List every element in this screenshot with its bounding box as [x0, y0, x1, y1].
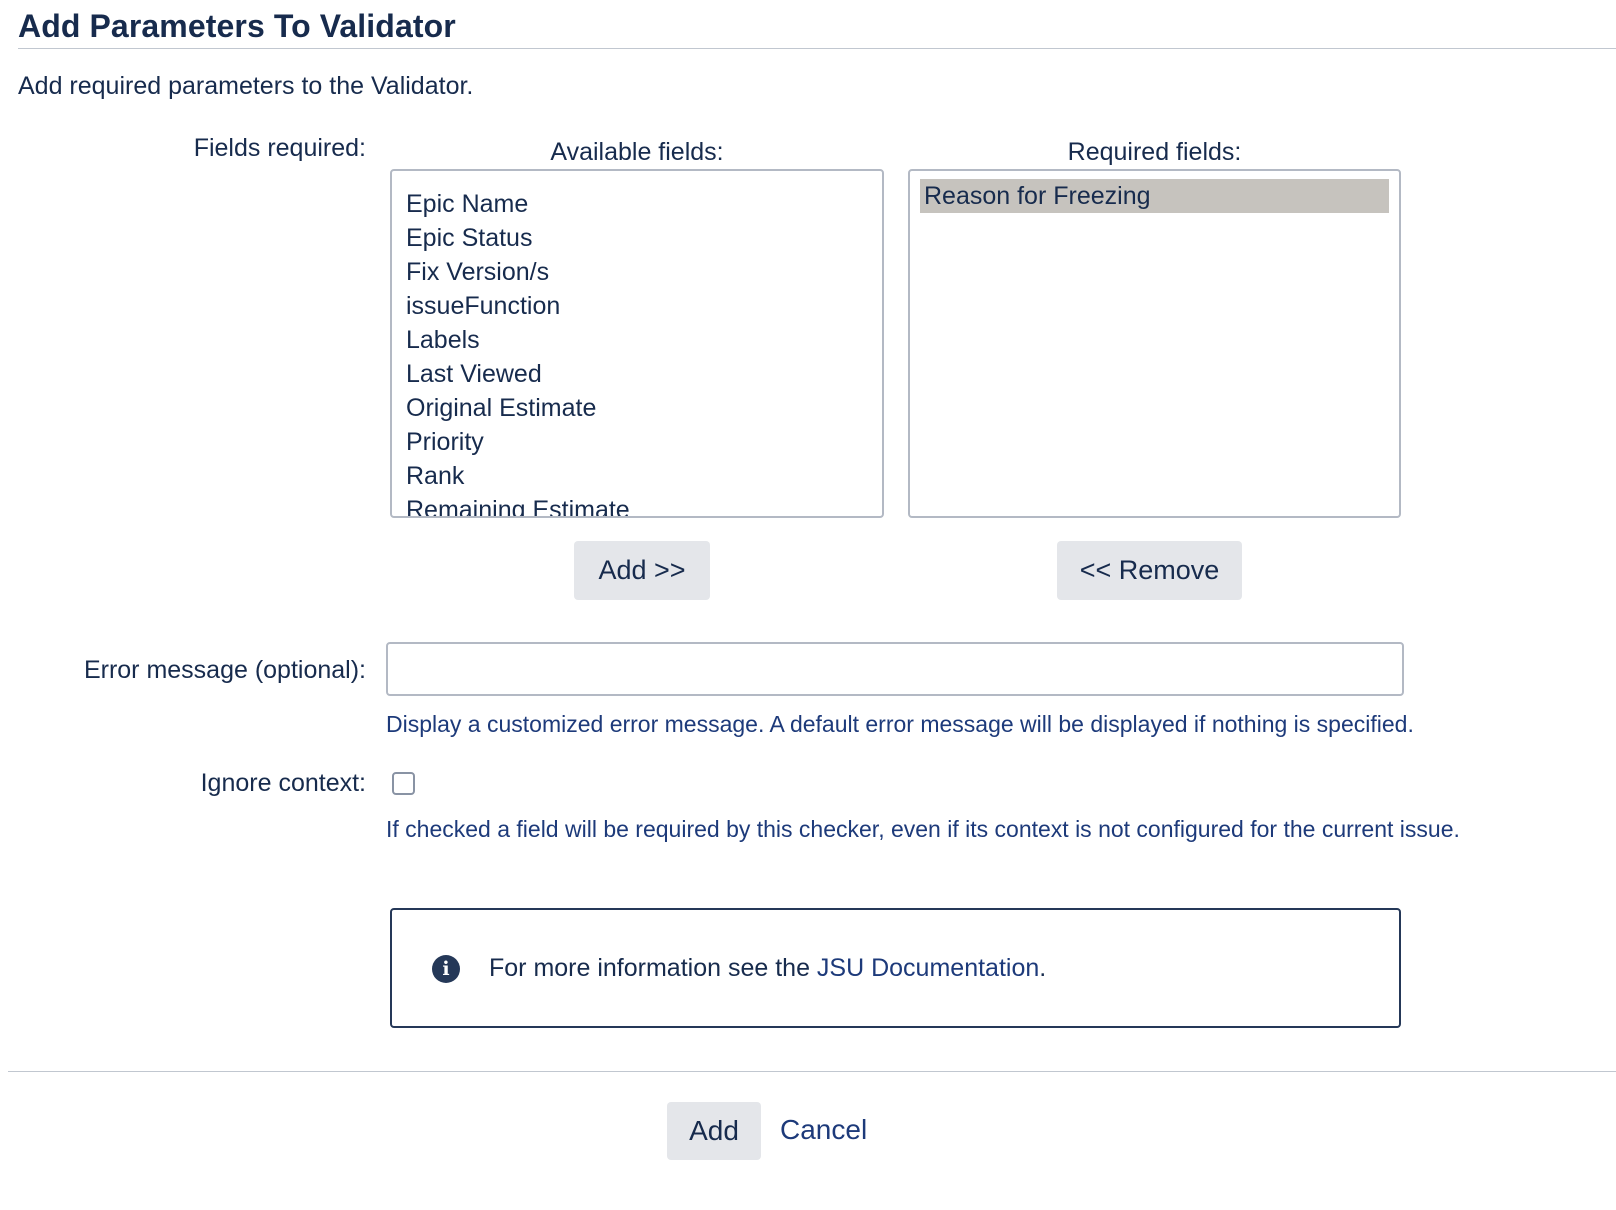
available-field-option[interactable]: Epic Status	[392, 221, 882, 255]
info-text-after: .	[1039, 954, 1047, 982]
cancel-link[interactable]: Cancel	[780, 1114, 867, 1146]
available-field-option[interactable]: Fix Version/s	[392, 255, 882, 289]
info-message-text: For more information see the JSU Documen…	[489, 954, 1046, 983]
fields-required-label: Fields required:	[193, 134, 366, 162]
required-fields-heading: Required fields:	[1067, 138, 1242, 166]
available-fields-heading: Available fields:	[550, 138, 724, 166]
available-field-option[interactable]: Priority	[392, 425, 882, 459]
info-message-panel: i For more information see the JSU Docum…	[390, 908, 1401, 1028]
available-fields-listbox[interactable]: Epic Name Epic Status Fix Version/s issu…	[390, 169, 884, 518]
available-field-option[interactable]: Last Viewed	[392, 357, 882, 391]
error-message-help: Display a customized error message. A de…	[386, 711, 1414, 737]
ignore-context-label: Ignore context:	[200, 769, 366, 797]
available-field-option[interactable]: Rank	[392, 459, 882, 493]
available-field-option[interactable]: Original Estimate	[392, 391, 882, 425]
jsu-documentation-link[interactable]: JSU Documentation	[817, 954, 1039, 982]
ignore-context-help: If checked a field will be required by t…	[386, 816, 1460, 842]
validator-params-dialog: Add Parameters To Validator Add required…	[0, 0, 1616, 1210]
required-fields-listbox[interactable]: Reason for Freezing	[908, 169, 1401, 518]
available-field-option[interactable]: Epic Name	[392, 187, 882, 221]
title-divider	[18, 48, 1616, 49]
available-field-option[interactable]: issueFunction	[392, 289, 882, 323]
ignore-context-checkbox[interactable]	[392, 772, 415, 795]
error-message-input[interactable]	[386, 642, 1404, 696]
dialog-title: Add Parameters To Validator	[18, 8, 456, 44]
dialog-description: Add required parameters to the Validator…	[18, 72, 474, 100]
available-field-option[interactable]: Remaining Estimate	[392, 493, 882, 516]
add-field-button[interactable]: Add >>	[574, 541, 710, 600]
error-message-label: Error message (optional):	[83, 656, 366, 684]
info-icon: i	[432, 955, 460, 983]
submit-add-button[interactable]: Add	[667, 1102, 761, 1160]
remove-field-button[interactable]: << Remove	[1057, 541, 1242, 600]
available-field-option[interactable]: Labels	[392, 323, 882, 357]
info-text-before: For more information see the	[489, 954, 817, 982]
required-field-option-selected[interactable]: Reason for Freezing	[920, 179, 1389, 213]
footer-divider	[8, 1071, 1616, 1072]
